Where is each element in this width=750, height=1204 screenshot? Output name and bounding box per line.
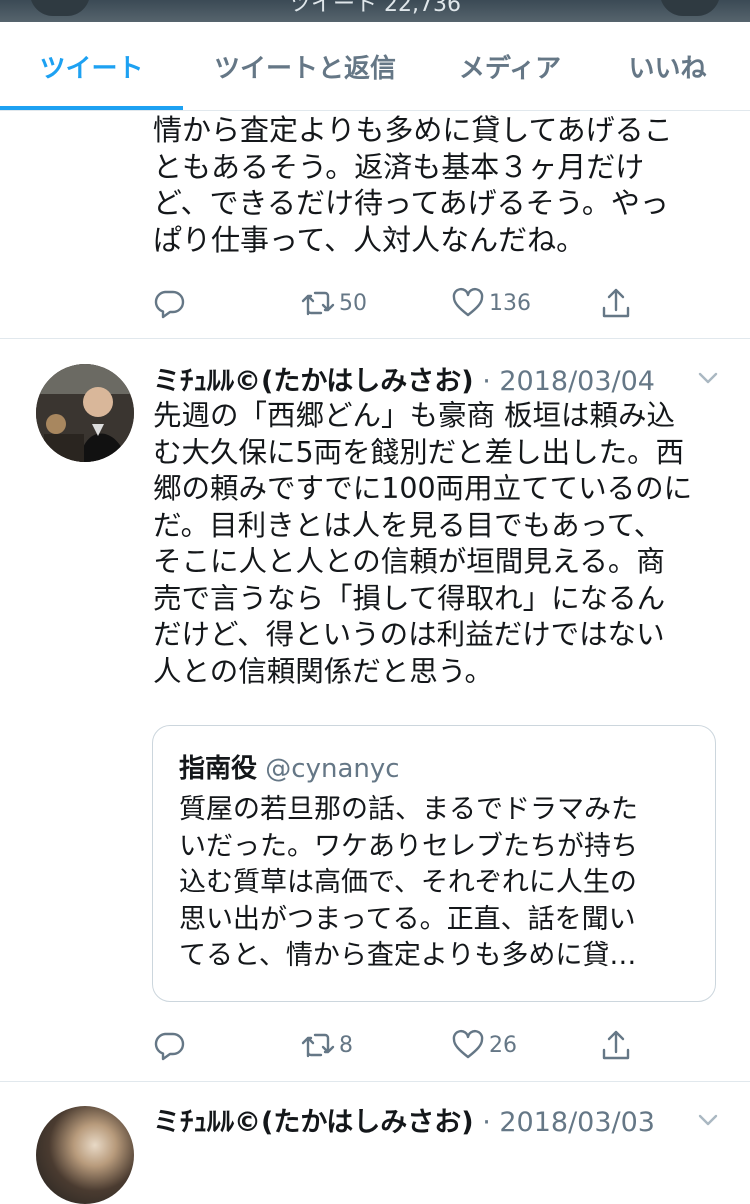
tweet-author-line: ミﾁｭﾙﾙ©(たかはしみさお) · 2018/03/04 bbox=[153, 359, 655, 398]
share-icon bbox=[602, 288, 630, 318]
tweet-date[interactable]: · 2018/03/03 bbox=[482, 1107, 655, 1138]
retweet-count: 8 bbox=[339, 1032, 353, 1058]
quoted-tweet-text: 質屋の若旦那の話、まるでドラマみた いだった。ワケありセレブたちが持ち 込む質草… bbox=[179, 794, 638, 972]
reply-icon bbox=[154, 290, 185, 319]
author-name[interactable]: ミﾁｭﾙﾙ©(たかはしみさお) bbox=[153, 1107, 474, 1138]
like-button[interactable]: 26 bbox=[451, 1025, 517, 1065]
like-count: 26 bbox=[489, 1032, 517, 1058]
reply-button[interactable] bbox=[153, 1025, 185, 1065]
retweet-count: 50 bbox=[339, 290, 367, 316]
quoted-tweet[interactable]: 指南役 @cynanyc 質屋の若旦那の話、まるでドラマみた いだった。ワケあり… bbox=[152, 725, 716, 1002]
tweet-text: 先週の「西郷どん」も豪商 板垣は頼み込 む大久保に5両を餞別だと差し出した。西 … bbox=[153, 399, 693, 688]
tweet-divider bbox=[0, 338, 750, 339]
like-count: 136 bbox=[489, 290, 531, 316]
reply-icon bbox=[154, 1032, 185, 1061]
quoted-author-name: 指南役 bbox=[179, 754, 258, 784]
tab-media[interactable]: メディア bbox=[430, 22, 590, 110]
avatar[interactable] bbox=[36, 1106, 134, 1204]
reply-button[interactable] bbox=[153, 283, 185, 323]
chevron-down-icon[interactable] bbox=[694, 364, 722, 392]
tab-tweets-and-replies[interactable]: ツイートと返信 bbox=[195, 22, 415, 110]
avatar[interactable] bbox=[36, 364, 134, 462]
share-button[interactable] bbox=[600, 1025, 632, 1065]
tweet-author-line: ミﾁｭﾙﾙ©(たかはしみさお) · 2018/03/03 bbox=[153, 1100, 655, 1139]
share-button[interactable] bbox=[600, 283, 632, 323]
tweet-count: ツイート 22,736 bbox=[289, 0, 461, 17]
tweet-text: 情から査定よりも多めに貸してあげるこ ともあるそう。返済も基本３ヶ月だけ ど、で… bbox=[153, 113, 673, 257]
share-icon bbox=[602, 1030, 630, 1060]
retweet-button[interactable]: 8 bbox=[300, 1025, 353, 1065]
author-name[interactable]: ミﾁｭﾙﾙ©(たかはしみさお) bbox=[153, 366, 474, 397]
like-button[interactable]: 136 bbox=[451, 283, 531, 323]
avatar-photo bbox=[36, 364, 134, 462]
retweet-button[interactable]: 50 bbox=[300, 283, 367, 323]
tweet-actions: 50 136 bbox=[153, 283, 633, 323]
profile-tabs: ツイート ツイートと返信 メディア いいね bbox=[0, 22, 750, 111]
tab-tweets[interactable]: ツイート bbox=[0, 22, 183, 110]
like-icon bbox=[452, 287, 484, 317]
quoted-tweet-header: 指南役 @cynanyc bbox=[179, 748, 400, 785]
quoted-author-handle: @cynanyc bbox=[265, 754, 400, 784]
tweet-date[interactable]: · 2018/03/04 bbox=[482, 366, 655, 397]
tweet-divider bbox=[0, 1081, 750, 1082]
like-icon bbox=[452, 1029, 484, 1059]
profile-header-bar: ツイート 22,736 bbox=[0, 0, 750, 22]
retweet-icon bbox=[301, 291, 335, 316]
active-tab-indicator bbox=[0, 106, 183, 110]
tweet-actions: 8 26 bbox=[153, 1025, 633, 1065]
chevron-down-icon[interactable] bbox=[694, 1106, 722, 1134]
tab-likes[interactable]: いいね bbox=[595, 22, 740, 110]
retweet-icon bbox=[301, 1033, 335, 1058]
